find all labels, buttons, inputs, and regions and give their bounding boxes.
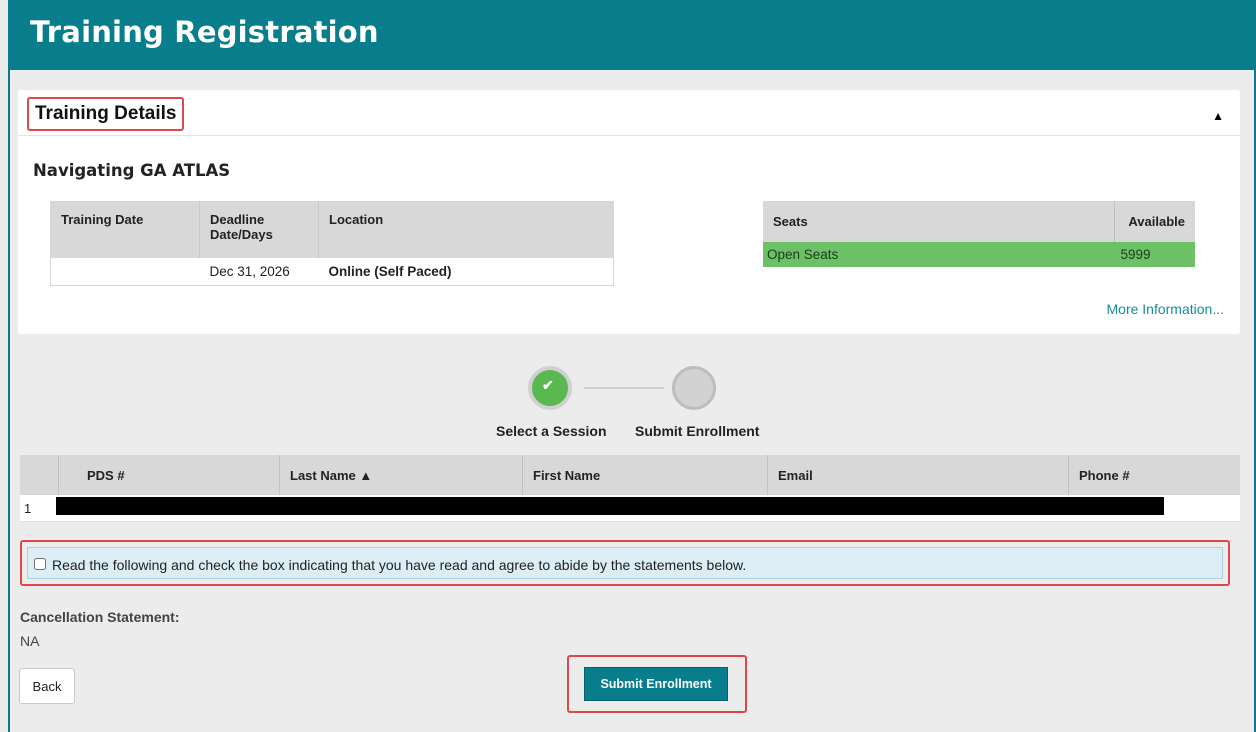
col-training-date: Training Date — [50, 201, 200, 258]
col-last-name[interactable]: Last Name ▲ — [279, 455, 523, 495]
col-index — [20, 455, 59, 495]
panel-header[interactable]: Training Details ▲ — [18, 90, 1240, 136]
table-row[interactable]: Dec 31, 2026 Online (Self Paced) — [51, 258, 614, 286]
cell-seat-count: 5999 — [1114, 242, 1195, 267]
col-phone[interactable]: Phone # — [1068, 455, 1240, 495]
course-title: Navigating GA ATLAS — [33, 161, 231, 180]
col-location: Location — [318, 201, 614, 258]
page-header: Training Registration — [10, 0, 1254, 70]
step-connector — [584, 387, 664, 389]
seats-row: Open Seats 5999 — [763, 242, 1195, 267]
submit-highlight: Submit Enrollment — [567, 655, 747, 713]
left-border — [8, 0, 10, 732]
agreement-text: Read the following and check the box ind… — [52, 557, 747, 573]
seats-table: Seats Available Open Seats 5999 — [763, 201, 1195, 267]
agreement-box: Read the following and check the box ind… — [27, 547, 1223, 579]
cancellation-value: NA — [20, 633, 40, 649]
back-button[interactable]: Back — [19, 668, 75, 704]
redacted-participant-details — [56, 497, 1164, 515]
check-icon: ✔ — [542, 377, 554, 393]
col-seats: Seats — [763, 201, 1115, 242]
col-deadline: Deadline Date/Days — [199, 201, 319, 258]
cell-training-date — [51, 258, 200, 286]
enrollment-stepper: ✔ Select a Session Submit Enrollment — [480, 365, 780, 445]
cell-deadline: Dec 31, 2026 — [209, 264, 290, 279]
cancellation-label: Cancellation Statement: — [20, 609, 180, 625]
caret-up-icon[interactable]: ▲ — [1212, 109, 1224, 123]
step-label-submit-enrollment: Submit Enrollment — [635, 423, 760, 439]
cell-location: Online (Self Paced) — [328, 264, 452, 279]
page-title: Training Registration — [30, 15, 379, 49]
cell-seat-type: Open Seats — [763, 242, 1115, 267]
panel-title: Training Details — [27, 97, 185, 131]
agreement-highlight: Read the following and check the box ind… — [20, 540, 1230, 586]
col-available: Available — [1114, 201, 1195, 242]
step-select-session: ✔ — [528, 366, 572, 410]
session-table: Training Date Deadline Date/Days Locatio… — [50, 201, 614, 286]
col-first-name[interactable]: First Name — [522, 455, 768, 495]
col-email[interactable]: Email — [767, 455, 1069, 495]
agree-checkbox[interactable] — [34, 558, 46, 570]
row-index: 1 — [20, 495, 59, 522]
training-details-panel: Training Details ▲ Navigating GA ATLAS T… — [18, 90, 1240, 334]
step-submit-enrollment — [672, 366, 716, 410]
col-pds[interactable]: PDS # — [58, 455, 280, 495]
step-label-select-session: Select a Session — [496, 423, 607, 439]
submit-enrollment-button[interactable]: Submit Enrollment — [584, 667, 728, 701]
more-information-link[interactable]: More Information... — [1107, 301, 1225, 317]
